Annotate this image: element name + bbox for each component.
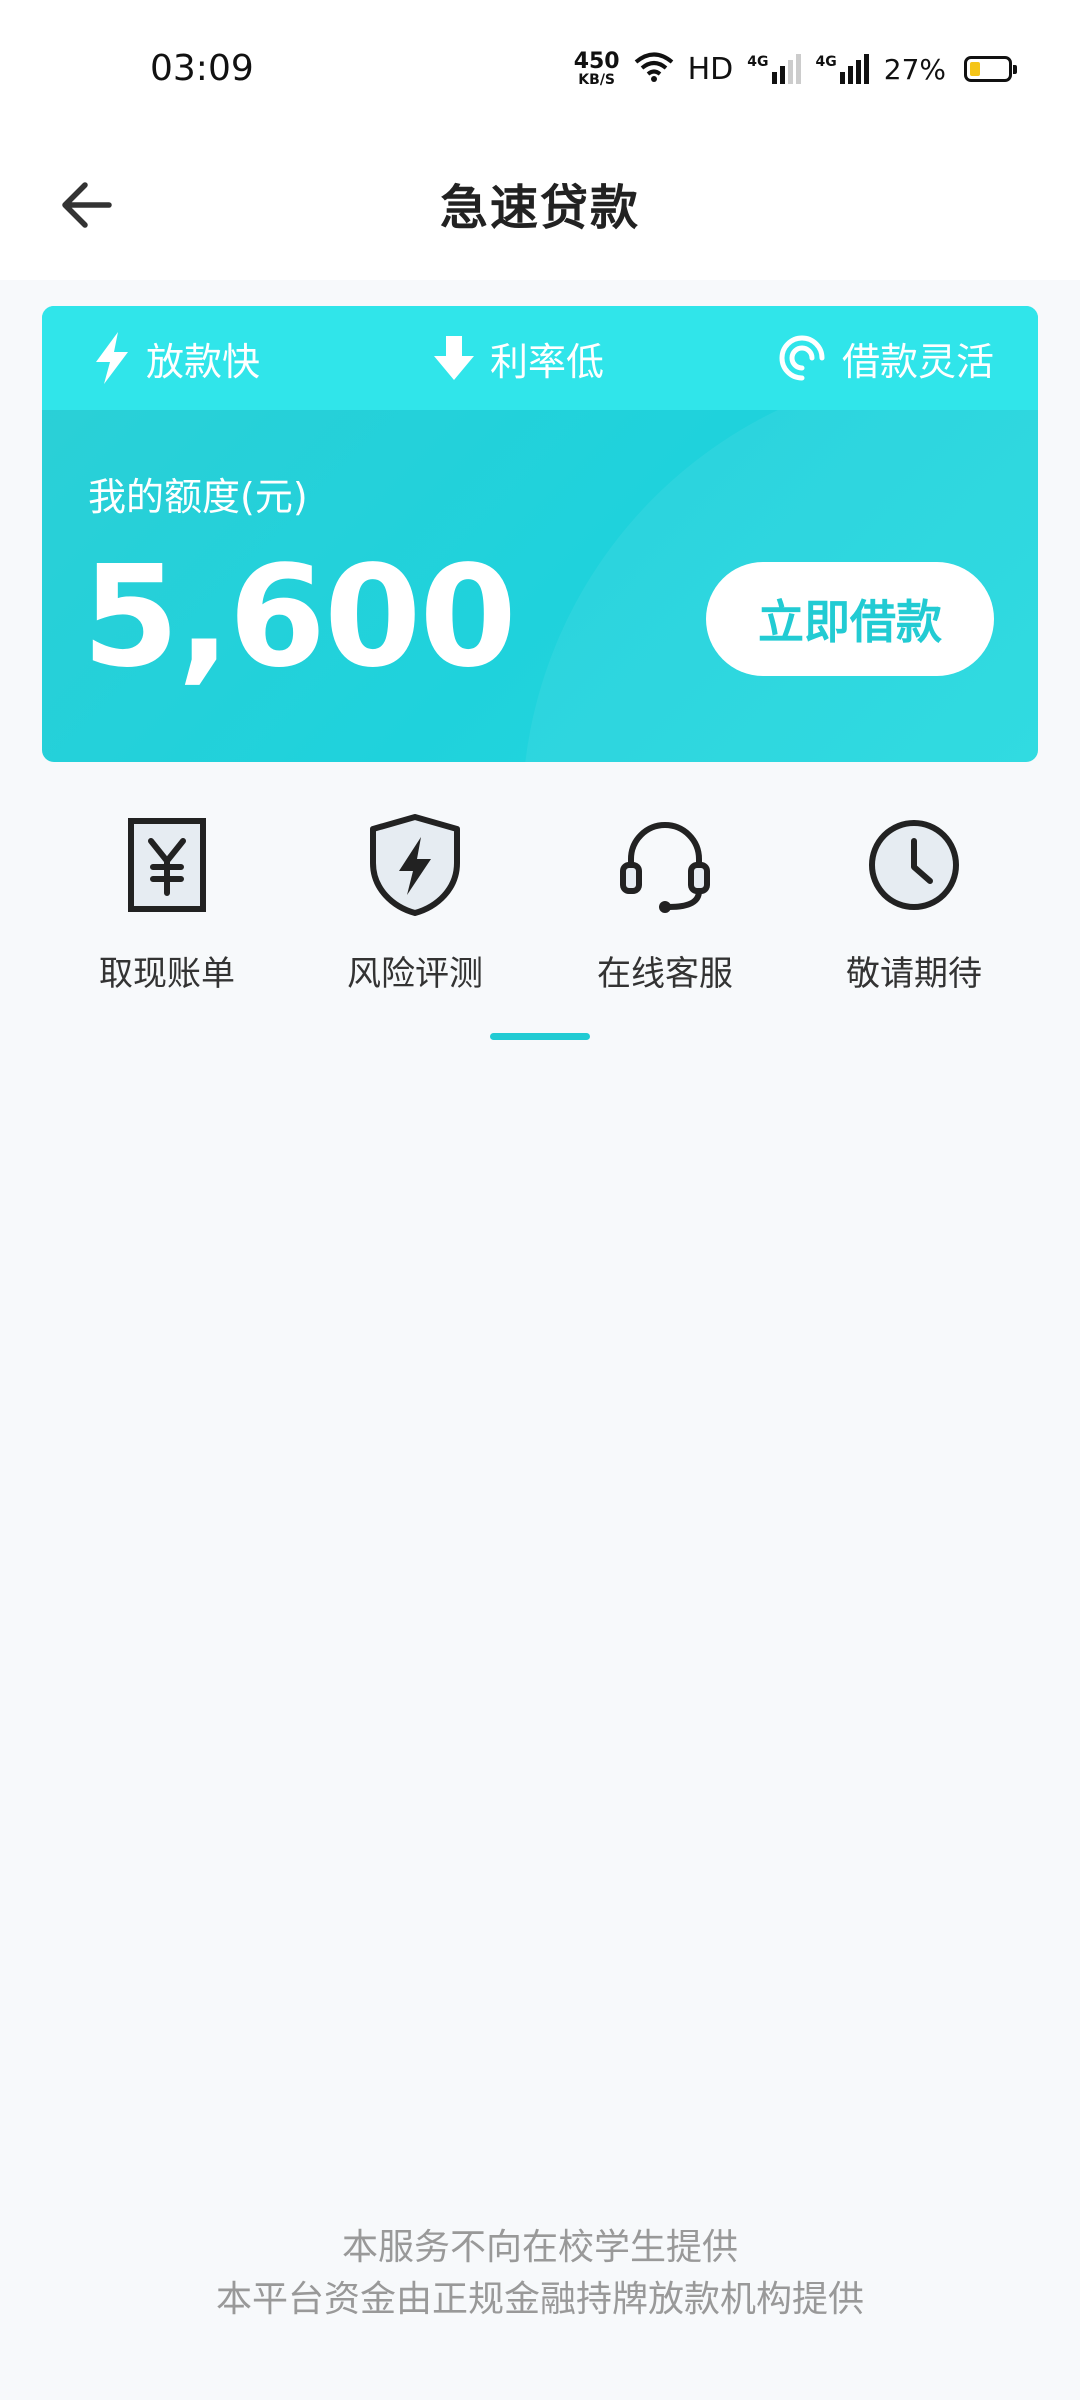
footer-line-1: 本服务不向在校学生提供: [341, 2227, 738, 2268]
footer-line-2: 本平台资金由正规金融持牌放款机构提供: [215, 2279, 864, 2320]
bolt-icon: [96, 332, 128, 384]
status-bar: 03:09 450 KB/S HD 4G 4G 27%: [0, 0, 1080, 140]
app-header: 急速贷款: [0, 140, 1080, 280]
tool-online-service-label: 在线客服: [597, 954, 733, 994]
tool-risk-assessment[interactable]: 风险评测: [290, 810, 540, 1010]
feature-flexible: 借款灵活: [778, 331, 994, 386]
net-speed-value: 450: [573, 49, 620, 74]
tool-coming-soon-label: 敬请期待: [846, 954, 982, 994]
footer-disclaimer: 本服务不向在校学生提供 本平台资金由正规金融持牌放款机构提供: [0, 2222, 1080, 2326]
status-time: 03:09: [150, 48, 254, 89]
bill-icon: [112, 810, 222, 920]
tool-cash-bill[interactable]: 取现账单: [42, 810, 292, 1010]
feature-fast-label: 放款快: [146, 339, 261, 384]
borrow-now-button[interactable]: 立即借款: [706, 562, 994, 676]
battery-fill: [970, 62, 980, 76]
feature-strip: 放款快 利率低 借款灵活: [42, 306, 1038, 410]
signal-1-label: 4G: [747, 54, 769, 70]
wifi-icon: [634, 51, 674, 87]
feature-low-rate-label: 利率低: [489, 339, 604, 384]
tool-online-service[interactable]: 在线客服: [540, 810, 790, 1010]
net-speed: 450 KB/S: [573, 49, 620, 88]
headset-icon: [610, 810, 720, 920]
battery-percent: 27%: [883, 52, 946, 86]
swirl-icon: [779, 335, 825, 381]
shield-icon: [360, 810, 470, 920]
clock-icon: [859, 810, 969, 920]
signal-2-label: 4G: [815, 54, 837, 70]
battery-icon: [964, 56, 1017, 82]
tool-cash-bill-label: 取现账单: [99, 954, 235, 994]
feature-fast: 放款快: [94, 331, 260, 386]
loan-card: 放款快 利率低 借款灵活 我的额度(元) 5,600 立即借款: [42, 306, 1038, 762]
quota-label: 我的额度(元): [88, 475, 308, 519]
tool-risk-assessment-label: 风险评测: [347, 954, 483, 994]
net-speed-unit: KB/S: [578, 72, 616, 88]
page-indicator: [490, 1033, 590, 1040]
signal-4g-icon-2: 4G: [816, 54, 870, 84]
feature-low-rate: 利率低: [433, 331, 604, 386]
signal-4g-icon-1: 4G: [747, 54, 801, 84]
tool-coming-soon[interactable]: 敬请期待: [789, 810, 1039, 1010]
arrow-down-icon: [433, 336, 474, 380]
tools-row: 取现账单 风险评测 在线客服 敬请期待: [0, 810, 1080, 1010]
feature-flexible-label: 借款灵活: [841, 339, 994, 384]
hd-label: HD: [687, 51, 734, 87]
page-title: 急速贷款: [439, 180, 640, 236]
quota-value: 5,600: [82, 536, 517, 699]
status-icons: 450 KB/S HD 4G 4G 27%: [573, 44, 1017, 94]
